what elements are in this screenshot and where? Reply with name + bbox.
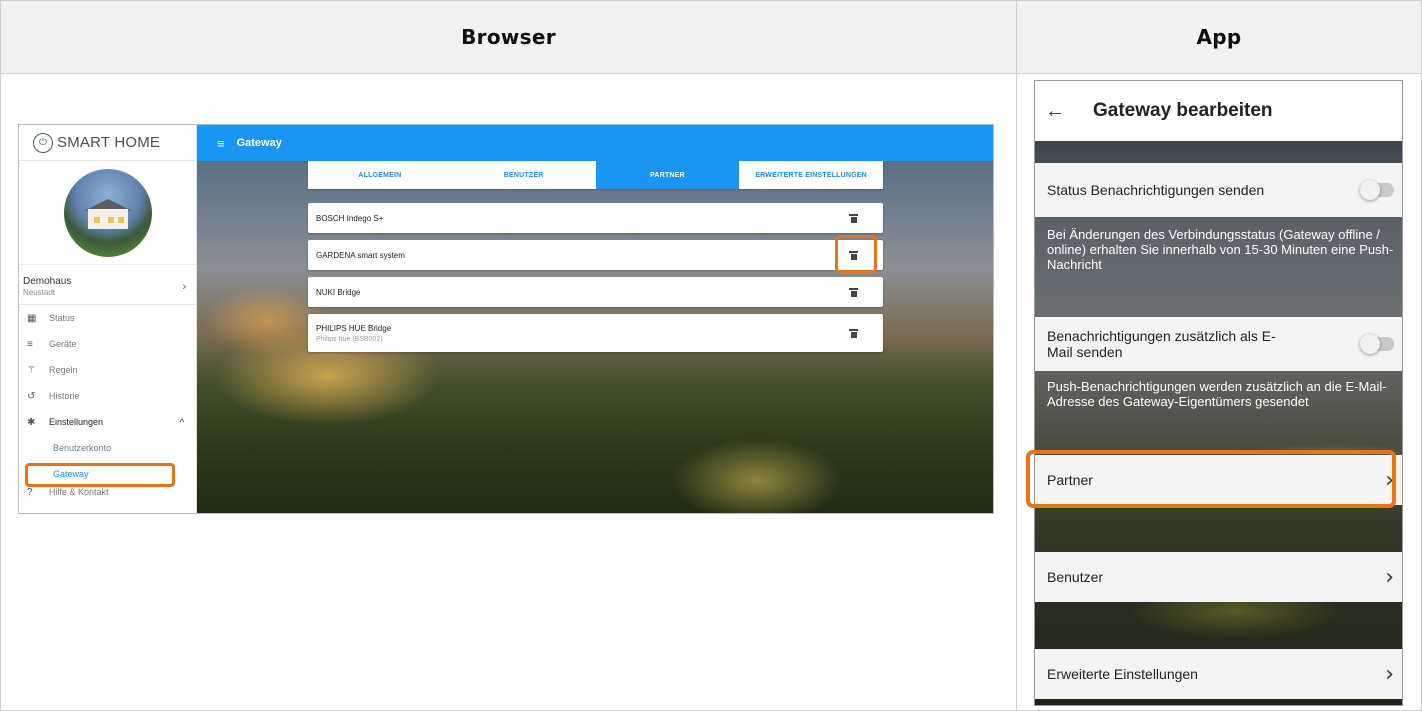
sidebar-item-label: Status — [49, 313, 75, 323]
app-toolbar: ← Gateway bearbeiten — [1035, 81, 1402, 141]
app-screenshot: ← Gateway bearbeiten Status Benachrichti… — [1034, 80, 1403, 706]
back-arrow-icon[interactable]: ← — [1035, 100, 1093, 123]
status-notifications-description: Bei Änderungen des Verbindungsstatus (Ga… — [1047, 227, 1394, 272]
sidebar: ⏻ SMART HOME Demohaus Neustadt › ▦ Statu… — [19, 125, 197, 513]
highlight-box — [835, 235, 877, 273]
history-icon: ↺ — [27, 390, 36, 402]
browser-column-header: Browser — [0, 0, 1017, 74]
email-notifications-description: Push-Benachrichtigungen werden zusätzlic… — [1047, 379, 1387, 409]
tab-allgemein[interactable]: ALLGEMEIN — [308, 161, 452, 189]
power-icon: ⏻ — [33, 132, 53, 153]
chevron-up-icon: ^ — [179, 417, 184, 427]
email-notifications-label: Benachrichtigungen zusätzlich als E-Mail… — [1047, 328, 1276, 360]
page-title: Gateway — [236, 137, 282, 149]
gear-icon: ✱ — [27, 416, 36, 428]
sidebar-subitem-gateway[interactable]: Gateway — [19, 461, 196, 487]
home-location: Neustadt — [23, 288, 56, 297]
sidebar-item-label: Hilfe & Kontakt — [49, 487, 109, 497]
status-notifications-label: Status Benachrichtigungen senden — [1047, 182, 1265, 198]
sidebar-item-historie[interactable]: ↺ Historie — [19, 383, 196, 409]
chevron-right-icon: › — [1385, 564, 1394, 590]
status-notifications-row[interactable]: Status Benachrichtigungen senden — [1035, 163, 1402, 217]
app-logo[interactable]: ⏻ SMART HOME — [19, 125, 196, 161]
status-notifications-toggle[interactable] — [1360, 180, 1394, 200]
sidebar-item-label: Einstellungen — [49, 417, 104, 427]
sidebar-item-geraete[interactable]: ≡ Geräte — [19, 331, 196, 357]
help-icon: ? — [27, 487, 33, 498]
sidebar-item-status[interactable]: ▦ Status — [19, 305, 196, 331]
menu-item-erweiterte-einstellungen[interactable]: Erweiterte Einstellungen › — [1035, 649, 1402, 699]
sidebar-item-regeln[interactable]: ⚚ Regeln — [19, 357, 196, 383]
sidebar-item-einstellungen[interactable]: ✱ Einstellungen ^ — [19, 409, 196, 435]
partner-name: PHILIPS HUE Bridge — [316, 323, 392, 333]
app-background: Status Benachrichtigungen senden Bei Änd… — [1035, 141, 1402, 705]
trash-icon[interactable] — [849, 328, 858, 338]
sidebar-item-label: Historie — [49, 391, 80, 401]
magic-wand-icon: ⚚ — [27, 364, 36, 376]
sidebar-item-hilfe[interactable]: ? Hilfe & Kontakt — [19, 487, 196, 501]
menu-item-label: Benutzer — [1047, 569, 1104, 585]
tab-partner[interactable]: PARTNER — [595, 161, 740, 189]
list-icon: ≡ — [27, 338, 33, 350]
partner-model: Philips hue (BSB002) — [316, 335, 383, 343]
dashboard-icon: ▦ — [27, 312, 37, 324]
sidebar-subitem-benutzerkonto[interactable]: Benutzerkonto — [19, 435, 196, 461]
app-column-header: App — [1016, 0, 1422, 74]
partner-card-philips[interactable]: PHILIPS HUE Bridge Philips hue (BSB002) — [308, 314, 883, 352]
partner-name: BOSCH Indego S+ — [316, 213, 384, 223]
partner-card-nuki[interactable]: NUKI Bridge — [308, 277, 883, 307]
chevron-right-icon: › — [182, 280, 186, 293]
sidebar-item-label: Geräte — [49, 339, 77, 349]
home-avatar[interactable] — [63, 168, 152, 257]
home-avatar-area — [19, 161, 196, 265]
tab-benutzer[interactable]: BENUTZER — [452, 161, 596, 189]
trash-icon[interactable] — [849, 213, 858, 223]
tab-bar: ALLGEMEIN BENUTZER PARTNER ERWEITERTE EI… — [308, 161, 883, 189]
menu-item-benutzer[interactable]: Benutzer › — [1035, 552, 1402, 602]
home-name: Demohaus — [23, 276, 72, 287]
partner-name: NUKI Bridge — [316, 287, 361, 297]
sidebar-item-label: Regeln — [49, 365, 78, 375]
menu-item-label: Erweiterte Einstellungen — [1047, 666, 1198, 682]
partner-name: GARDENA smart system — [316, 250, 405, 260]
email-notifications-toggle[interactable] — [1360, 334, 1394, 354]
app-title: Gateway bearbeiten — [1093, 100, 1273, 121]
menu-icon[interactable]: ≡ — [217, 136, 225, 151]
highlight-box — [1026, 450, 1396, 508]
background-image: ALLGEMEIN BENUTZER PARTNER ERWEITERTE EI… — [197, 161, 993, 513]
home-selector[interactable]: Demohaus Neustadt › — [19, 269, 196, 305]
highlight-box — [25, 463, 175, 487]
chevron-right-icon: › — [1385, 661, 1394, 687]
email-notifications-row[interactable]: Benachrichtigungen zusätzlich als E-Mail… — [1035, 317, 1402, 371]
partner-card-bosch[interactable]: BOSCH Indego S+ — [308, 203, 883, 233]
partner-card-gardena[interactable]: GARDENA smart system — [308, 240, 883, 270]
logo-text: SMART HOME — [57, 134, 161, 151]
browser-screenshot: ⏻ SMART HOME Demohaus Neustadt › ▦ Statu… — [18, 124, 994, 514]
tab-erweiterte-einstellungen[interactable]: ERWEITERTE EINSTELLUNGEN — [739, 161, 883, 189]
trash-icon[interactable] — [849, 287, 858, 297]
top-app-bar: ≡ Gateway — [197, 125, 993, 161]
